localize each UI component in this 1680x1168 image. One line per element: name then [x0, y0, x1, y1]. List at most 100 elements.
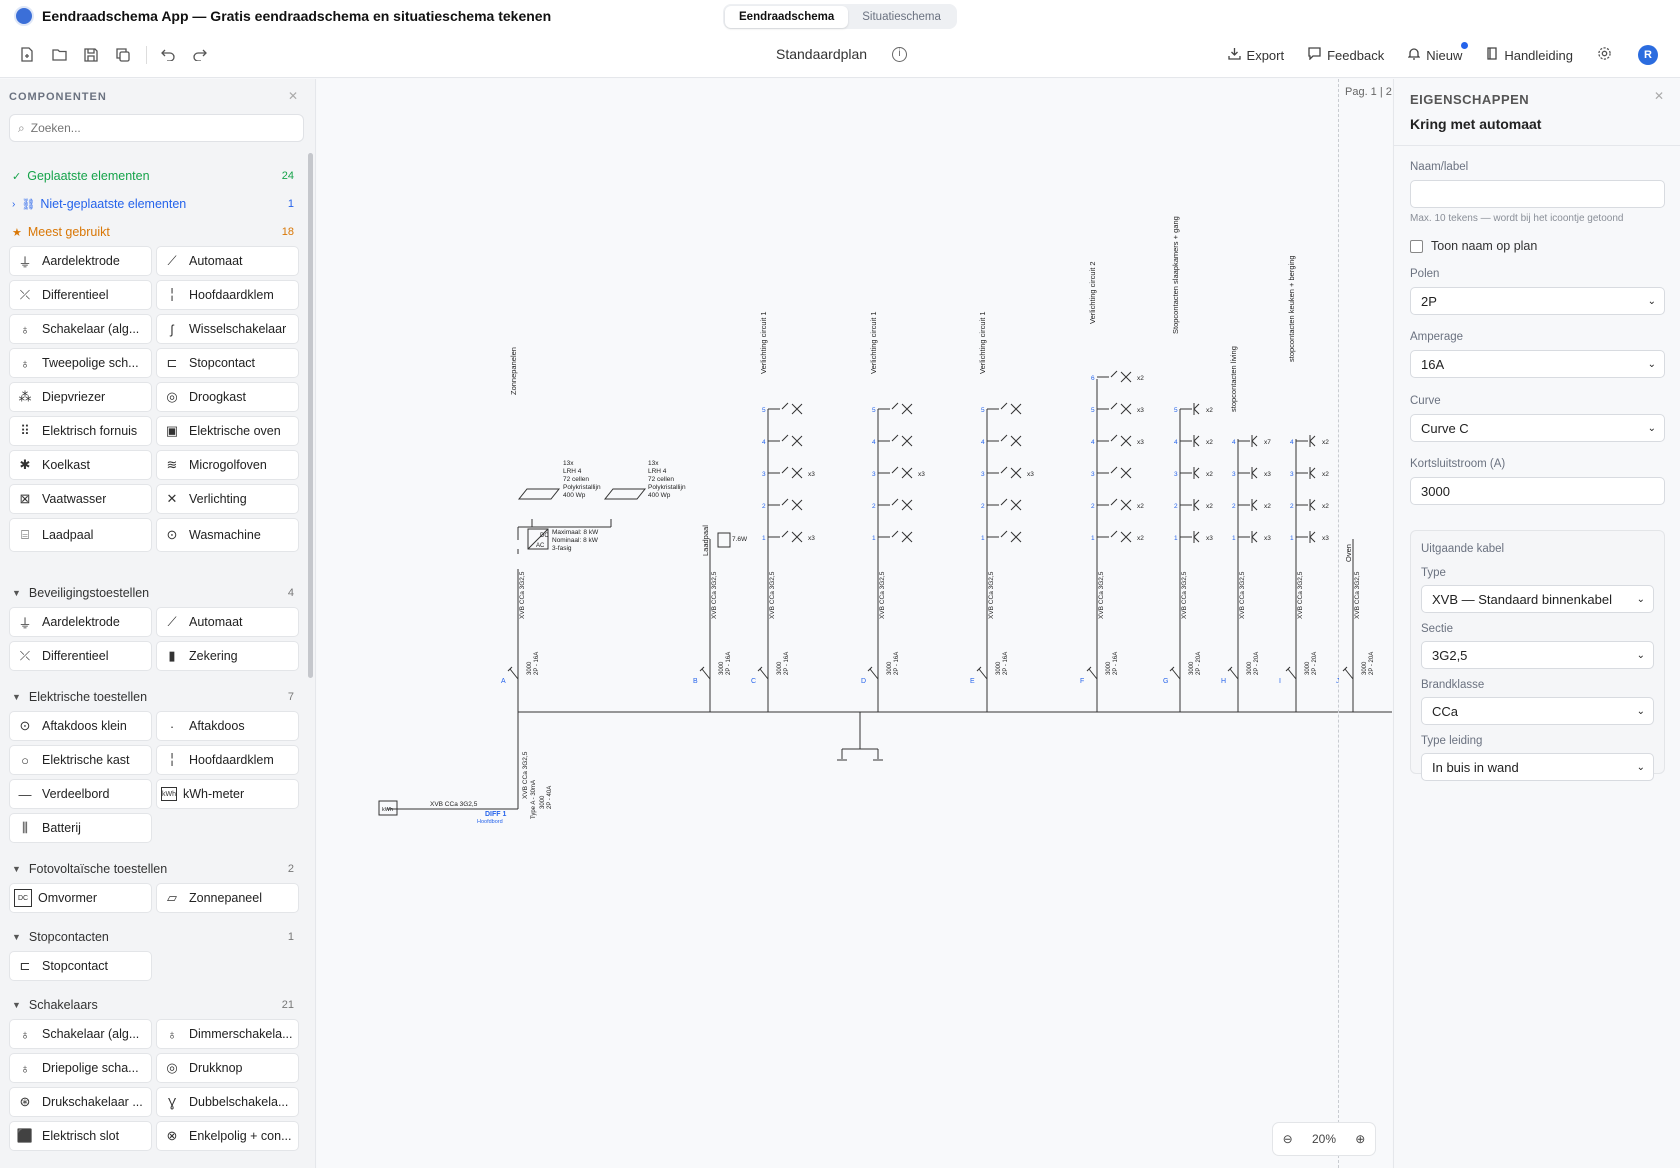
- kortsluitstroom-input[interactable]: 3000: [1410, 477, 1665, 505]
- zoom-out-icon[interactable]: ⊖: [1283, 1132, 1293, 1146]
- handleiding-button[interactable]: Handleiding: [1486, 47, 1573, 63]
- light-symbol[interactable]: [1000, 402, 1022, 415]
- socket-symbol[interactable]: [1193, 467, 1200, 479]
- light-symbol[interactable]: [891, 402, 913, 415]
- light-symbol[interactable]: [891, 498, 913, 511]
- component-stopcontact[interactable]: ⊏ Stopcontact: [156, 348, 299, 378]
- curve-select[interactable]: Curve C ⌄: [1410, 414, 1665, 442]
- component-aardelektrode[interactable]: ⏚ Aardelektrode: [9, 607, 152, 637]
- breaker-symbol[interactable]: [1086, 666, 1098, 680]
- search-input[interactable]: [30, 121, 271, 135]
- light-symbol[interactable]: [781, 402, 803, 415]
- breaker-symbol[interactable]: [1169, 666, 1181, 680]
- light-symbol[interactable]: [891, 466, 913, 479]
- component-kwh-meter[interactable]: kWh kWh-meter: [156, 779, 299, 809]
- light-symbol[interactable]: [1000, 530, 1022, 543]
- component-verdeelbord[interactable]: — Verdeelbord: [9, 779, 152, 809]
- component-wisselschakelaar[interactable]: ʃ Wisselschakelaar: [156, 314, 299, 344]
- sidebar-scrollbar[interactable]: [308, 153, 313, 678]
- breaker-symbol[interactable]: [507, 666, 519, 680]
- socket-symbol[interactable]: [1193, 499, 1200, 511]
- eendraadschema-drawing[interactable]: A2P - 16A3000XVB CCa 3G2,5ZonnepanelenB2…: [317, 79, 1392, 1168]
- socket-symbol[interactable]: [1309, 531, 1316, 543]
- polen-select[interactable]: 2P ⌄: [1410, 287, 1665, 315]
- component-fornuis[interactable]: ⠿ Elektrisch fornuis: [9, 416, 152, 446]
- nieuw-button[interactable]: Nieuw: [1407, 42, 1469, 63]
- component-differentieel[interactable]: ⤫ Differentieel: [9, 280, 152, 310]
- feedback-button[interactable]: Feedback: [1308, 47, 1384, 63]
- component-automaat[interactable]: ⟋ Automaat: [156, 246, 299, 276]
- light-symbol[interactable]: [1000, 466, 1022, 479]
- breaker-symbol[interactable]: [867, 666, 879, 680]
- info-icon[interactable]: i: [892, 47, 907, 62]
- component-tweepolige[interactable]: ♁ Tweepolige sch...: [9, 348, 152, 378]
- light-symbol[interactable]: [781, 434, 803, 447]
- component-omvormer[interactable]: DC Omvormer: [9, 883, 152, 913]
- export-button[interactable]: Export: [1227, 47, 1284, 63]
- component-droogkast[interactable]: ◎ Droogkast: [156, 382, 299, 412]
- settings-button[interactable]: [1597, 46, 1612, 64]
- close-icon[interactable]: ✕: [1654, 89, 1664, 103]
- component-dimmerschakelaar[interactable]: ♁ Dimmerschakela...: [156, 1019, 299, 1049]
- component-oven[interactable]: ▣ Elektrische oven: [156, 416, 299, 446]
- component-elektrisch-slot[interactable]: ⬛ Elektrisch slot: [9, 1121, 152, 1151]
- component-schakelaar[interactable]: ♁ Schakelaar (alg...: [9, 314, 152, 344]
- search-box[interactable]: ⌕: [9, 114, 304, 142]
- light-symbol[interactable]: [1110, 498, 1132, 511]
- component-koelkast[interactable]: ✱ Koelkast: [9, 450, 152, 480]
- new-file-icon[interactable]: [16, 44, 38, 66]
- component-zekering[interactable]: ▮ Zekering: [156, 641, 299, 671]
- light-symbol[interactable]: [781, 530, 803, 543]
- breaker-symbol[interactable]: [757, 666, 769, 680]
- unplaced-elements-row[interactable]: › ⛓ Niet-geplaatste elementen 1: [12, 197, 294, 211]
- light-symbol[interactable]: [1110, 466, 1132, 479]
- component-diepvriezer[interactable]: ⁂ Diepvriezer: [9, 382, 152, 412]
- component-aftakdoos-klein[interactable]: ⊙ Aftakdoos klein: [9, 711, 152, 741]
- socket-symbol[interactable]: [1251, 499, 1258, 511]
- amperage-select[interactable]: 16A ⌄: [1410, 350, 1665, 378]
- component-drukschakelaar[interactable]: ⊛ Drukschakelaar ...: [9, 1087, 152, 1117]
- socket-symbol[interactable]: [1251, 435, 1258, 447]
- open-folder-icon[interactable]: [48, 44, 70, 66]
- plan-title[interactable]: Standaardplan: [776, 46, 867, 62]
- light-symbol[interactable]: [1110, 434, 1132, 447]
- breaker-symbol[interactable]: [1342, 666, 1354, 680]
- placed-elements-row[interactable]: ✓ Geplaatste elementen 24: [12, 169, 294, 183]
- section-beveiligingstoestellen[interactable]: ▼ Beveiligingstoestellen 4: [12, 586, 294, 600]
- socket-symbol[interactable]: [1193, 531, 1200, 543]
- component-wasmachine[interactable]: ⊙ Wasmachine: [156, 518, 299, 552]
- socket-symbol[interactable]: [1309, 467, 1316, 479]
- section-fotovoltaische-toestellen[interactable]: ▼ Fotovoltaïsche toestellen 2: [12, 862, 294, 876]
- redo-icon[interactable]: [189, 44, 211, 66]
- component-dubbelschakelaar[interactable]: Ɣ Dubbelschakela...: [156, 1087, 299, 1117]
- component-differentieel[interactable]: ⤫ Differentieel: [9, 641, 152, 671]
- light-symbol[interactable]: [781, 498, 803, 511]
- socket-symbol[interactable]: [1251, 531, 1258, 543]
- most-used-row[interactable]: ★ Meest gebruikt 18: [12, 225, 294, 239]
- undo-icon[interactable]: [157, 44, 179, 66]
- light-symbol[interactable]: [1000, 498, 1022, 511]
- light-symbol[interactable]: [1110, 370, 1132, 383]
- component-hoofdaardklem[interactable]: ╎ Hoofdaardklem: [156, 280, 299, 310]
- mode-situatieschema[interactable]: Situatieschema: [848, 6, 955, 28]
- socket-symbol[interactable]: [1193, 403, 1200, 415]
- toon-naam-checkbox[interactable]: [1410, 239, 1423, 253]
- breaker-symbol[interactable]: [1227, 666, 1239, 680]
- save-icon[interactable]: [80, 44, 102, 66]
- component-batterij[interactable]: ⫼ Batterij: [9, 813, 152, 843]
- avatar[interactable]: R: [1638, 45, 1658, 65]
- component-aftakdoos[interactable]: · Aftakdoos: [156, 711, 299, 741]
- light-symbol[interactable]: [1110, 402, 1132, 415]
- component-hoofdaardklem[interactable]: ╎ Hoofdaardklem: [156, 745, 299, 775]
- component-enkelpolig-contact[interactable]: ⊗ Enkelpolig + con...: [156, 1121, 299, 1151]
- close-icon[interactable]: ✕: [288, 89, 298, 103]
- socket-symbol[interactable]: [1251, 467, 1258, 479]
- socket-symbol[interactable]: [1193, 435, 1200, 447]
- light-symbol[interactable]: [891, 434, 913, 447]
- duplicate-icon[interactable]: [112, 44, 134, 66]
- brandklasse-select[interactable]: CCa ⌄: [1421, 697, 1654, 725]
- breaker-symbol[interactable]: [699, 666, 711, 680]
- component-vaatwasser[interactable]: ⊠ Vaatwasser: [9, 484, 152, 514]
- breaker-symbol[interactable]: [976, 666, 988, 680]
- mode-eendraadschema[interactable]: Eendraadschema: [725, 5, 849, 28]
